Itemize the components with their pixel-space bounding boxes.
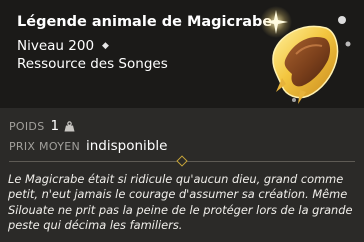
weight-value: 1 bbox=[50, 118, 60, 134]
weight-row: POIDS 1 bbox=[9, 116, 355, 136]
item-level: Niveau 200 bbox=[17, 38, 95, 54]
item-level-row: Niveau 200 ◆ bbox=[17, 38, 109, 54]
price-row: PRIX MOYEN indisponible bbox=[9, 136, 355, 156]
item-stats: POIDS 1 PRIX MOYEN indisponible bbox=[9, 116, 355, 156]
weight-label: POIDS bbox=[9, 119, 45, 133]
item-description: Le Magicrabe était si ridicule qu'aucun … bbox=[8, 172, 353, 233]
price-label: PRIX MOYEN bbox=[9, 139, 80, 153]
tooltip-header: Légende animale de Magicrabe Niveau 200 ◆… bbox=[0, 0, 364, 108]
item-tooltip: Légende animale de Magicrabe Niveau 200 ◆… bbox=[0, 0, 364, 242]
level-diamond-icon: ◆ bbox=[102, 41, 109, 51]
crab-horn-legend-icon bbox=[260, 6, 351, 104]
price-value: indisponible bbox=[86, 138, 168, 154]
item-name: Légende animale de Magicrabe bbox=[17, 14, 273, 30]
weight-icon bbox=[64, 120, 75, 131]
item-category: Ressource des Songes bbox=[17, 56, 168, 72]
divider-diamond-icon bbox=[176, 155, 188, 167]
